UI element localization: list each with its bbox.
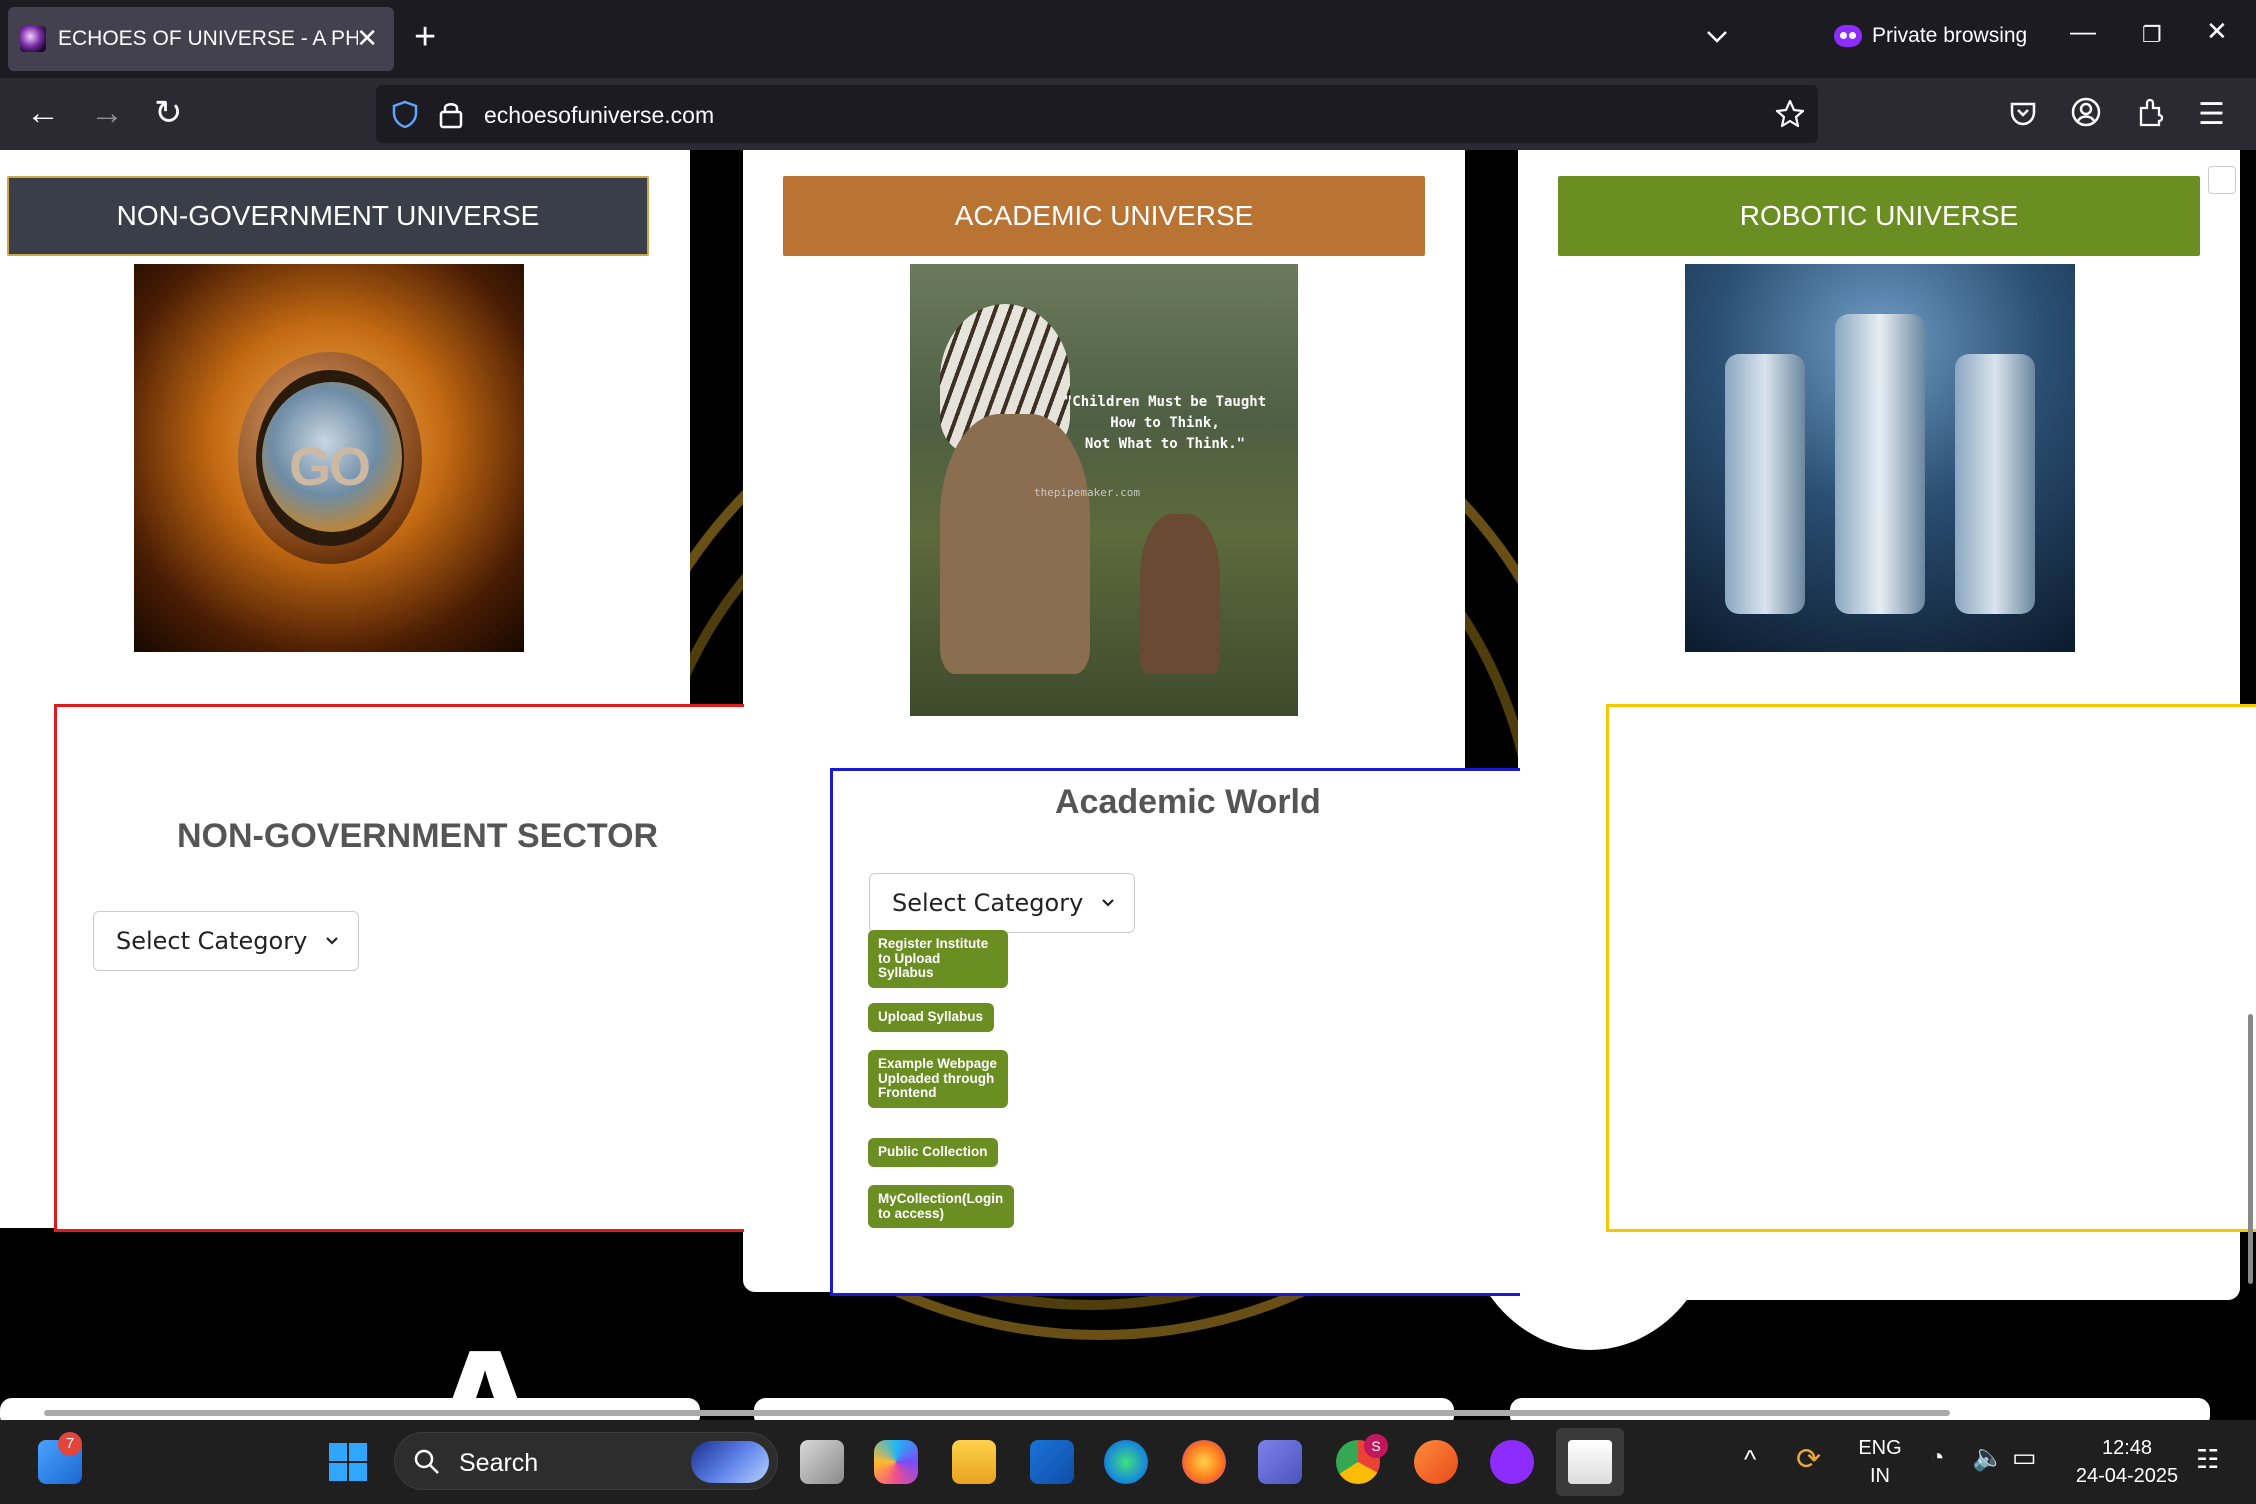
battery-icon[interactable]: ▭ <box>2012 1442 2037 1473</box>
private-mask-icon <box>1834 25 1862 47</box>
globe-text: GO <box>288 437 371 497</box>
task-view-icon[interactable] <box>800 1440 844 1484</box>
close-tab-icon[interactable]: ✕ <box>356 25 378 51</box>
header-label: ACADEMIC UNIVERSE <box>954 200 1254 231</box>
copilot-icon[interactable] <box>874 1440 918 1484</box>
public-collection-button[interactable]: Public Collection <box>868 1138 998 1167</box>
sync-icon[interactable]: ⟳ <box>1796 1442 1821 1477</box>
clock-time: 12:48 <box>2101 1437 2153 1459</box>
clock[interactable]: 12:48 24-04-2025 <box>2064 1434 2190 1490</box>
close-window-button[interactable]: ✕ <box>2206 16 2228 47</box>
non-government-universe-button[interactable]: NON-GOVERNMENT UNIVERSE <box>7 176 649 256</box>
wifi-icon[interactable]: ◔ <box>1930 1444 1945 1472</box>
private-browsing-label: Private browsing <box>1872 24 2028 47</box>
taskbar-search-box[interactable]: Search <box>394 1432 778 1490</box>
clock-date: 24-04-2025 <box>2075 1465 2179 1487</box>
academic-image[interactable]: "Children Must be Taught How to Think, N… <box>910 264 1298 716</box>
site-favicon-icon <box>20 26 46 52</box>
new-tab-button[interactable]: + <box>414 18 436 56</box>
register-institute-button[interactable]: Register Institute to Upload Syllabus <box>868 930 1008 988</box>
upload-syllabus-button[interactable]: Upload Syllabus <box>868 1003 994 1032</box>
non-government-sector-frame: NON-GOVERNMENT SECTOR Select Category <box>54 704 744 1232</box>
edge-icon[interactable] <box>1104 1440 1148 1484</box>
chrome-profile-badge: S <box>1364 1434 1388 1458</box>
corner-checkbox[interactable] <box>2208 166 2236 194</box>
menu-hamburger-icon[interactable]: ☰ <box>2198 98 2225 132</box>
firefox-private-icon[interactable] <box>1490 1440 1534 1484</box>
page-content: A NON-GOVERNMENT UNIVERSE GO ACADEMIC UN… <box>0 150 2256 1420</box>
file-app-icon[interactable] <box>1568 1440 1612 1484</box>
non-government-image[interactable]: GO <box>134 264 524 652</box>
address-bar[interactable]: echoesofuniverse.com <box>376 85 1818 143</box>
reload-icon[interactable]: ↻ <box>154 96 183 130</box>
back-arrow-icon[interactable]: ← <box>26 96 60 130</box>
chevron-down-icon <box>326 937 338 945</box>
image-watermark: thepipemaker.com <box>1034 486 1140 499</box>
teams-icon[interactable] <box>1258 1440 1302 1484</box>
windows-taskbar: 7 Search S ^ ⟳ ENG IN ◔ 🔈 ▭ 12:48 24-04-… <box>0 1420 2256 1504</box>
shield-icon[interactable] <box>390 99 420 129</box>
horizontal-scrollbar[interactable] <box>44 1410 1950 1416</box>
search-highlight-image <box>691 1441 769 1483</box>
image-quote-line: "Children Must be Taught <box>1063 394 1267 410</box>
navigation-toolbar: ← → ↻ echoesofuniverse.com ☰ <box>0 78 2256 150</box>
select-value: Select Category <box>892 889 1084 917</box>
restore-button[interactable]: ❐ <box>2142 22 2162 48</box>
notification-center-icon[interactable]: ☷ <box>2196 1444 2219 1475</box>
volume-icon[interactable]: 🔈 <box>1972 1442 2004 1473</box>
tab-bar: ECHOES OF UNIVERSE - A PHRO ✕ + Private … <box>0 0 2256 78</box>
firefox-icon[interactable] <box>1182 1440 1226 1484</box>
bookmark-star-icon[interactable] <box>1774 98 1806 130</box>
vertical-scrollbar[interactable] <box>2248 1014 2253 1284</box>
language-line: IN <box>1870 1465 1890 1487</box>
ngo-category-select[interactable]: Select Category <box>93 911 359 971</box>
my-collection-button[interactable]: MyCollection(Login to access) <box>868 1185 1014 1228</box>
non-government-sector-title: NON-GOVERNMENT SECTOR <box>177 817 659 855</box>
robotic-universe-button[interactable]: ROBOTIC UNIVERSE <box>1558 176 2200 256</box>
tray-chevron-up-icon[interactable]: ^ <box>1744 1444 1756 1475</box>
example-webpage-button[interactable]: Example Webpage Uploaded through Fronten… <box>868 1050 1008 1108</box>
url-text: echoesofuniverse.com <box>484 102 715 128</box>
outlook-icon[interactable] <box>1030 1440 1074 1484</box>
chevron-down-icon[interactable] <box>1702 22 1732 52</box>
robotic-frame <box>1606 704 2256 1232</box>
search-label: Search <box>459 1449 539 1477</box>
chevron-down-icon <box>1102 899 1114 907</box>
browser-tab-active[interactable]: ECHOES OF UNIVERSE - A PHRO ✕ <box>8 7 394 71</box>
image-quote-line: How to Think, <box>1110 415 1220 431</box>
forward-arrow-icon[interactable]: → <box>90 96 124 130</box>
windows-start-icon[interactable] <box>328 1442 368 1482</box>
language-indicator[interactable]: ENG IN <box>1856 1434 1904 1490</box>
notification-badge: 7 <box>58 1432 82 1456</box>
minimize-button[interactable]: — <box>2070 16 2096 47</box>
academic-universe-button[interactable]: ACADEMIC UNIVERSE <box>783 176 1425 256</box>
private-browsing-indicator: Private browsing <box>1834 24 2027 48</box>
sublime-icon[interactable] <box>1414 1440 1458 1484</box>
robotic-image[interactable] <box>1685 264 2075 652</box>
tab-title: ECHOES OF UNIVERSE - A PHRO <box>58 27 358 50</box>
image-quote-line: Not What to Think." <box>1084 436 1246 452</box>
header-label: ROBOTIC UNIVERSE <box>1739 200 2019 231</box>
account-icon[interactable] <box>2070 96 2102 128</box>
extensions-icon[interactable] <box>2136 96 2166 128</box>
pocket-icon[interactable] <box>2008 98 2038 128</box>
file-explorer-icon[interactable] <box>952 1440 996 1484</box>
academic-category-select[interactable]: Select Category <box>869 873 1135 933</box>
header-label: NON-GOVERNMENT UNIVERSE <box>116 200 540 231</box>
language-line: ENG <box>1858 1437 1902 1459</box>
lock-icon[interactable] <box>438 99 464 129</box>
select-value: Select Category <box>116 927 308 955</box>
search-icon <box>414 1449 439 1474</box>
academic-world-title: Academic World <box>1055 783 1321 821</box>
